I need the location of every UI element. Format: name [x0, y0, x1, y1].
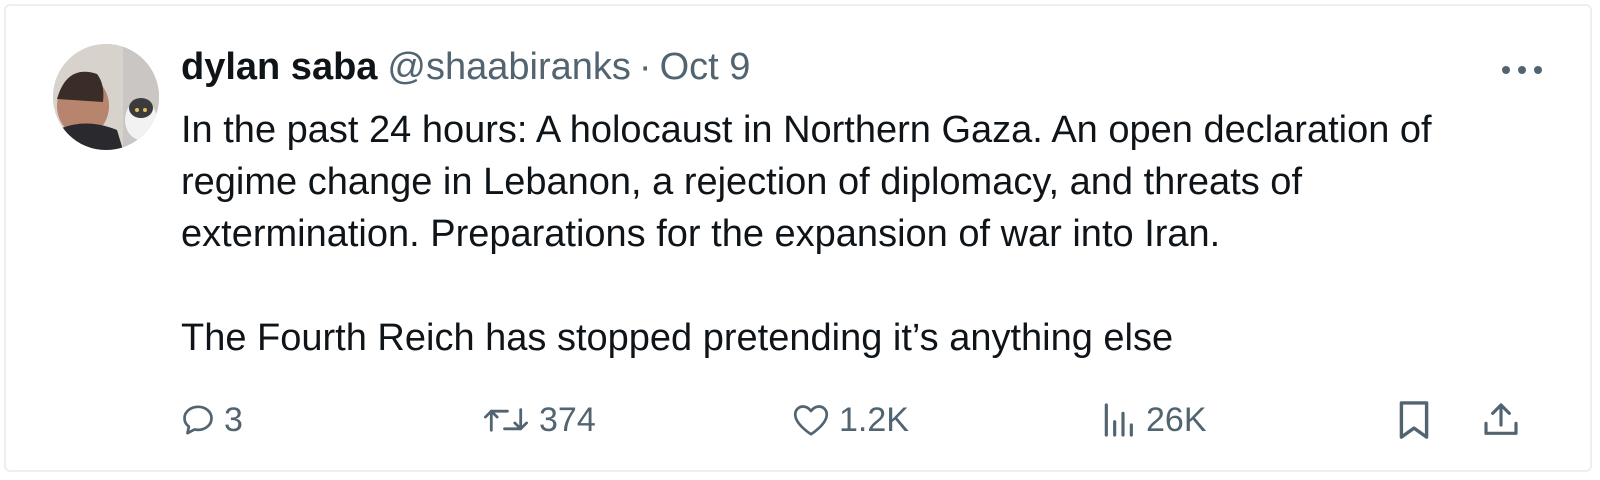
views-count: 26K — [1146, 400, 1207, 439]
share-upload-icon — [1484, 403, 1518, 435]
views-button[interactable]: 26K — [1098, 392, 1207, 448]
tweet-card[interactable]: dylan saba @shaabiranks · Oct 9 In the p… — [4, 4, 1592, 472]
bar-chart-icon — [1104, 403, 1133, 437]
tweet-paragraph: The Fourth Reich has stopped pretending … — [181, 317, 1174, 359]
avatar[interactable] — [53, 44, 159, 150]
share-button[interactable] — [1481, 392, 1521, 448]
like-button[interactable]: 1.2K — [791, 392, 909, 448]
reply-count: 3 — [224, 400, 243, 439]
repost-arrows-icon — [484, 408, 528, 432]
profile-photo-icon — [53, 44, 159, 150]
bookmark-button[interactable] — [1396, 392, 1432, 448]
speech-bubble-icon — [183, 405, 213, 435]
tweet-header: dylan saba @shaabiranks · Oct 9 — [181, 46, 750, 92]
repost-button[interactable]: 374 — [481, 392, 596, 448]
like-count: 1.2K — [839, 400, 909, 439]
ellipsis-icon-dot — [1534, 66, 1542, 74]
ellipsis-icon-dot — [1518, 66, 1526, 74]
action-bar: 3 374 1.2K 26K — [176, 392, 1536, 448]
ellipsis-icon-dot — [1502, 66, 1510, 74]
tweet-text: In the past 24 hours: A holocaust in Nor… — [181, 104, 1551, 364]
heart-icon — [793, 405, 829, 436]
post-date[interactable]: Oct 9 — [660, 46, 751, 89]
bookmark-icon — [1399, 401, 1429, 439]
author-handle[interactable]: @shaabiranks — [387, 46, 630, 89]
repost-count: 374 — [539, 400, 596, 439]
tweet-paragraph: In the past 24 hours: A holocaust in Nor… — [181, 109, 1432, 255]
header-separator: · — [638, 46, 652, 88]
more-options-button[interactable] — [1502, 58, 1542, 82]
author-name[interactable]: dylan saba — [181, 46, 377, 89]
reply-button[interactable]: 3 — [180, 392, 243, 448]
